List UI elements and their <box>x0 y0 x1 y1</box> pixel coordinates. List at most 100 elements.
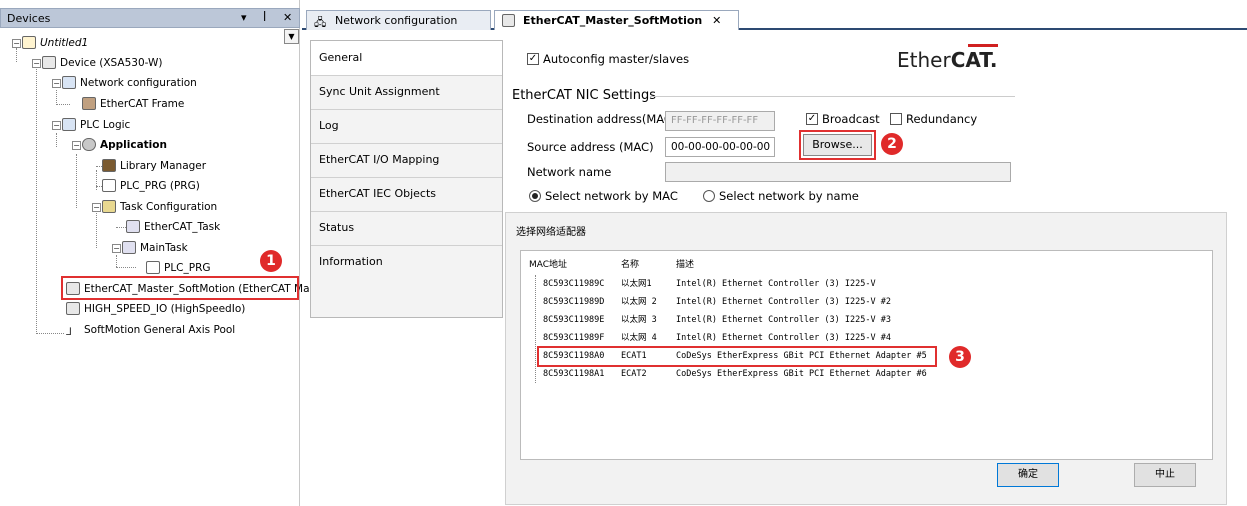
dropdown-icon[interactable]: ▾ <box>241 11 247 24</box>
tree-label: Network configuration <box>80 77 197 89</box>
table-row[interactable]: 8C593C11989E 以太网 3 Intel(R) Ethernet Con… <box>521 311 1211 329</box>
tree-item-device[interactable]: Device (XSA530-W) <box>42 54 162 72</box>
close-tab-icon[interactable]: ✕ <box>712 14 721 27</box>
tree-item-application[interactable]: Application <box>82 136 167 154</box>
checkbox-checked-icon: ✓ <box>527 52 539 65</box>
expand-toggle[interactable]: − <box>52 79 61 88</box>
pin-icon[interactable]: ꟾ <box>263 11 266 24</box>
expand-toggle[interactable]: − <box>72 141 81 150</box>
cell-description: CoDeSys EtherExpress GBit PCI Ethernet A… <box>676 369 927 379</box>
expand-toggle[interactable]: − <box>92 203 101 212</box>
close-icon[interactable]: ✕ <box>283 11 292 24</box>
highlight-box-1 <box>61 276 299 300</box>
cell-mac: 8C593C11989D <box>543 297 605 307</box>
program-call-icon <box>146 260 160 274</box>
highlight-box-2 <box>799 130 876 160</box>
tab-ethercat-master-softmotion[interactable]: EtherCAT_Master_SoftMotion ✕ <box>494 10 739 30</box>
side-tab-status[interactable]: Status <box>311 211 502 246</box>
devices-title: Devices <box>7 12 51 25</box>
redundancy-checkbox[interactable]: Redundancy <box>890 112 977 126</box>
network-icon <box>62 75 76 89</box>
plc-logic-icon <box>62 117 76 131</box>
tree-label: EtherCAT Frame <box>100 98 185 110</box>
autoconfig-checkbox[interactable]: ✓ Autoconfig master/slaves <box>527 52 689 66</box>
dest-address-field[interactable]: FF-FF-FF-FF-FF-FF <box>665 111 775 131</box>
task-icon <box>122 240 136 254</box>
section-divider <box>650 96 1015 97</box>
radio-selected-icon <box>529 189 541 202</box>
expand-toggle[interactable]: − <box>32 59 41 68</box>
broadcast-checkbox[interactable]: ✓ Broadcast <box>806 112 880 126</box>
radio-select-by-name[interactable]: Select network by name <box>703 189 859 203</box>
expand-toggle[interactable]: − <box>12 39 21 48</box>
tree-label: PLC_PRG (PRG) <box>120 180 200 192</box>
cell-name: ECAT2 <box>621 369 647 379</box>
tree-item-plc-prg-prg[interactable]: PLC_PRG (PRG) <box>102 177 200 195</box>
tree-item-high-speed-io[interactable]: HIGH_SPEED_IO (HighSpeedIo) <box>66 300 245 318</box>
tree-label: Device (XSA530-W) <box>60 57 163 69</box>
table-row[interactable]: 8C593C1198A1 ECAT2 CoDeSys EtherExpress … <box>521 365 1211 383</box>
tab-network-configuration[interactable]: 🖧 Network configuration <box>306 10 491 30</box>
devices-header: Devices ▾ ꟾ ✕ <box>0 8 300 28</box>
radio-unselected-icon <box>703 189 715 202</box>
tree-item-library-manager[interactable]: Library Manager <box>102 157 206 175</box>
side-tab-sync-unit[interactable]: Sync Unit Assignment <box>311 75 502 110</box>
cell-mac: 8C593C11989E <box>543 315 605 325</box>
network-name-field[interactable] <box>665 162 1011 182</box>
marker-3: 3 <box>949 346 971 368</box>
highlight-box-3 <box>537 346 937 367</box>
program-icon <box>102 178 116 192</box>
source-address-label: Source address (MAC) <box>527 140 654 154</box>
tree-item-task-configuration[interactable]: Task Configuration <box>102 198 217 216</box>
tree-item-ethercat-task[interactable]: EtherCAT_Task <box>126 218 220 236</box>
autoconfig-label: Autoconfig master/slaves <box>543 52 690 66</box>
column-header[interactable]: 描述 <box>676 256 694 274</box>
tree-item-maintask[interactable]: MainTask <box>122 239 188 257</box>
axis-pool-icon: ⅃ <box>66 325 72 338</box>
logo-text-a: Ether <box>897 48 951 72</box>
side-tab-information[interactable]: Information <box>311 245 502 280</box>
expand-toggle[interactable]: − <box>52 121 61 130</box>
side-tab-io-mapping[interactable]: EtherCAT I/O Mapping <box>311 143 502 178</box>
tree-item-network-configuration[interactable]: Network configuration <box>62 74 197 92</box>
expand-toggle[interactable]: − <box>112 244 121 253</box>
side-tab-general[interactable]: General <box>311 41 502 76</box>
side-tab-iec-objects[interactable]: EtherCAT IEC Objects <box>311 177 502 212</box>
tree-item-untitled1[interactable]: Untitled1 <box>22 34 88 52</box>
tree-label: Untitled1 <box>40 37 89 49</box>
tree-scroll-button[interactable]: ▼ <box>284 29 299 44</box>
radio-label: Select network by MAC <box>545 189 678 203</box>
tree-item-plc-prg[interactable]: PLC_PRG <box>146 259 211 277</box>
cancel-button[interactable]: 中止 <box>1134 463 1196 487</box>
project-icon <box>22 35 36 49</box>
tree-label: PLC_PRG <box>164 262 211 274</box>
column-header[interactable]: 名称 <box>621 256 639 274</box>
cell-description: Intel(R) Ethernet Controller (3) I225-V … <box>676 315 891 325</box>
logo-arrow-icon <box>968 44 998 47</box>
dest-address-label: Destination address(MAC) <box>527 112 677 126</box>
tree-item-plc-logic[interactable]: PLC Logic <box>62 116 130 134</box>
ok-button[interactable]: 确定 <box>997 463 1059 487</box>
table-row[interactable]: 8C593C11989C 以太网1 Intel(R) Ethernet Cont… <box>521 275 1211 293</box>
broadcast-label: Broadcast <box>822 112 880 126</box>
logo-text-b: CAT. <box>950 48 998 72</box>
ethercat-logo: EtherCAT. <box>897 48 998 72</box>
tree-item-softmotion-axis-pool[interactable]: ⅃ SoftMotion General Axis Pool <box>66 321 235 339</box>
table-row[interactable]: 8C593C11989D 以太网 2 Intel(R) Ethernet Con… <box>521 293 1211 311</box>
cell-mac: 8C593C1198A1 <box>543 369 605 379</box>
tree-label: SoftMotion General Axis Pool <box>84 324 236 336</box>
tree-item-ethercat-frame[interactable]: EtherCAT Frame <box>82 95 184 113</box>
tab-label: Network configuration <box>335 14 458 27</box>
column-header[interactable]: MAC地址 <box>529 256 567 274</box>
source-address-field[interactable]: 00-00-00-00-00-00 <box>665 137 775 157</box>
side-tab-log[interactable]: Log <box>311 109 502 144</box>
cell-mac: 8C593C11989C <box>543 279 605 289</box>
library-icon <box>102 158 116 172</box>
radio-select-by-mac[interactable]: Select network by MAC <box>529 189 678 203</box>
cell-description: Intel(R) Ethernet Controller (3) I225-V … <box>676 333 891 343</box>
tree-label: EtherCAT_Task <box>144 221 221 233</box>
tree-label: Library Manager <box>120 160 207 172</box>
nic-settings-heading: EtherCAT NIC Settings <box>512 88 657 103</box>
marker-1: 1 <box>260 250 282 272</box>
table-row[interactable]: 8C593C11989F 以太网 4 Intel(R) Ethernet Con… <box>521 329 1211 347</box>
